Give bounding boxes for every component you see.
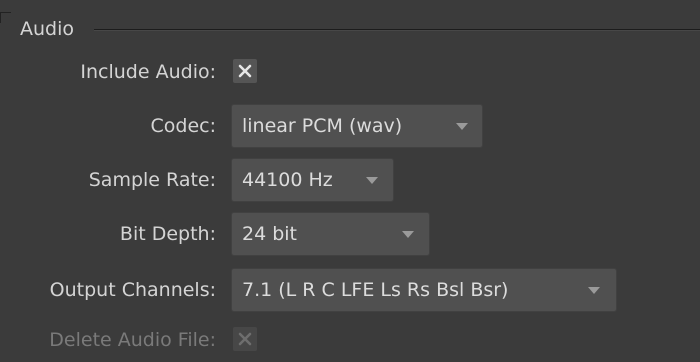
audio-group-header: Audio — [0, 12, 700, 48]
group-divider — [94, 29, 700, 31]
sample-rate-label: Sample Rate: — [88, 169, 216, 191]
codec-row: Codec: linear PCM (wav) — [0, 104, 700, 148]
output-channels-row: Output Channels: 7.1 (L R C LFE Ls Rs Bs… — [0, 268, 700, 312]
codec-value: linear PCM (wav) — [242, 115, 403, 137]
chevron-down-icon — [402, 231, 414, 238]
codec-dropdown[interactable]: linear PCM (wav) — [231, 104, 483, 148]
group-frame-corner — [0, 12, 11, 23]
audio-group-title: Audio — [20, 18, 75, 40]
codec-label: Codec: — [150, 115, 217, 137]
checkmark-x-icon — [238, 332, 252, 346]
bit-depth-value: 24 bit — [242, 223, 298, 245]
chevron-down-icon — [588, 287, 600, 294]
include-audio-row: Include Audio: — [0, 50, 700, 94]
bit-depth-dropdown[interactable]: 24 bit — [231, 212, 430, 256]
delete-audio-file-checkbox[interactable] — [233, 327, 257, 351]
bit-depth-label: Bit Depth: — [119, 223, 216, 245]
include-audio-label: Include Audio: — [80, 61, 216, 83]
output-channels-dropdown[interactable]: 7.1 (L R C LFE Ls Rs Bsl Bsr) — [231, 268, 617, 312]
sample-rate-row: Sample Rate: 44100 Hz — [0, 158, 700, 202]
sample-rate-dropdown[interactable]: 44100 Hz — [231, 158, 394, 202]
output-channels-label: Output Channels: — [49, 279, 216, 301]
delete-audio-file-label: Delete Audio File: — [49, 329, 216, 351]
chevron-down-icon — [456, 123, 468, 130]
include-audio-checkbox[interactable] — [233, 59, 257, 83]
delete-audio-file-row: Delete Audio File: — [0, 318, 700, 362]
bit-depth-row: Bit Depth: 24 bit — [0, 212, 700, 256]
chevron-down-icon — [366, 177, 378, 184]
output-channels-value: 7.1 (L R C LFE Ls Rs Bsl Bsr) — [242, 279, 509, 301]
checkmark-x-icon — [238, 64, 252, 78]
sample-rate-value: 44100 Hz — [242, 169, 333, 191]
